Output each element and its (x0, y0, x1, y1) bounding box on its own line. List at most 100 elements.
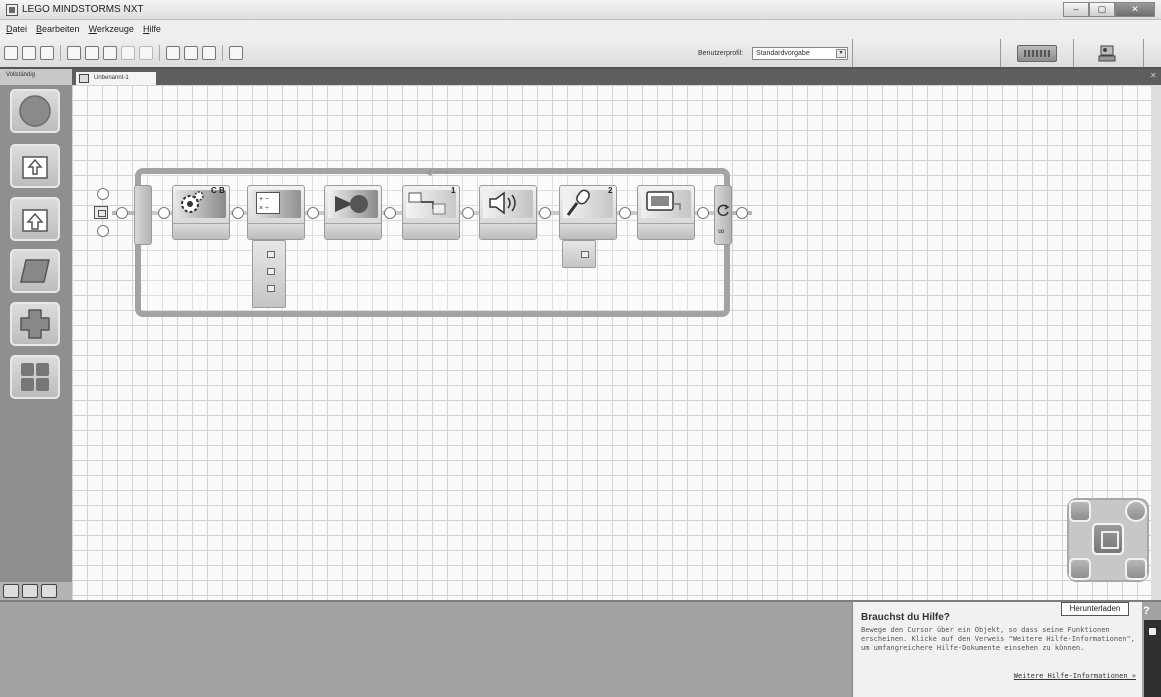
sequence-port[interactable] (116, 207, 128, 219)
redo-icon[interactable] (139, 46, 153, 60)
common-blocks-button[interactable] (10, 89, 60, 133)
sequence-port[interactable] (384, 207, 396, 219)
stop-button[interactable] (1125, 558, 1147, 580)
sequence-port[interactable] (158, 207, 170, 219)
nxt-window-ctl-button[interactable] (1069, 500, 1091, 522)
data-hub-panel[interactable] (252, 240, 286, 308)
block-config-strip (638, 223, 694, 239)
pointer-tool-icon[interactable] (166, 46, 180, 60)
flow-blocks-button[interactable] (10, 249, 60, 293)
toolbar-divider (1000, 39, 1001, 67)
compare-block[interactable]: 1 (402, 185, 460, 240)
data-hub-panel[interactable] (562, 240, 596, 268)
paste-icon[interactable] (103, 46, 117, 60)
download-button[interactable] (1069, 558, 1091, 580)
sequence-port[interactable] (97, 188, 109, 200)
copy-icon[interactable] (85, 46, 99, 60)
menu-bar: Datei Bearbeiten Werkzeuge Hilfe (0, 20, 1161, 37)
program-canvas[interactable]: ◄━━ C B + − × ÷ 1 2 ∞ (72, 85, 1161, 600)
nxt-window-button[interactable] (1017, 45, 1057, 62)
comment-tool-icon[interactable] (202, 46, 216, 60)
close-tab-icon[interactable]: ✕ (1150, 71, 1159, 80)
block-config-strip (325, 223, 381, 239)
help-question-icon[interactable]: ? (1143, 605, 1150, 617)
microphone-icon (566, 189, 590, 216)
move-block[interactable]: C B (172, 185, 230, 240)
advanced-blocks-button[interactable] (10, 355, 60, 399)
open-folder-icon[interactable] (22, 46, 36, 60)
block-config-strip (403, 223, 459, 239)
circle-icon (19, 95, 51, 127)
block-config-strip (248, 223, 304, 239)
palette-switcher (0, 582, 72, 600)
loop-direction-arrow-icon: ◄━━ (422, 165, 449, 179)
palette-tab[interactable]: Vollständig (0, 69, 72, 85)
sound-block[interactable] (479, 185, 537, 240)
block-config-strip (480, 223, 536, 239)
maximize-button[interactable]: ▢ (1089, 2, 1115, 17)
loop-end-cap[interactable]: ∞ (714, 185, 732, 245)
sequence-port[interactable] (539, 207, 551, 219)
cross-icon (20, 309, 50, 339)
toolbar-divider (1073, 39, 1074, 67)
math-block[interactable]: + − × ÷ (247, 185, 305, 240)
custom-palette-tab[interactable] (41, 584, 57, 598)
start-point-icon (94, 206, 108, 219)
profile-select[interactable]: Standardvorgabe ▾ (752, 47, 848, 60)
block-number: 1 (451, 186, 456, 195)
window-controls: – ▢ ✕ (1063, 2, 1155, 17)
sensor-blocks-button[interactable] (10, 197, 60, 241)
app-logo-icon (6, 4, 18, 16)
infinity-icon: ∞ (718, 226, 725, 236)
app-window: LEGO MINDSTORMS NXT – ▢ ✕ Datei Bearbeit… (0, 0, 1161, 697)
new-file-icon[interactable] (4, 46, 18, 60)
sequence-port[interactable] (97, 225, 109, 237)
programming-palette: Vollständig (0, 69, 72, 600)
cut-icon[interactable] (67, 46, 81, 60)
bottom-panel: Herunterladen Brauchst du Hilfe? Bewege … (0, 600, 1161, 697)
sequence-port[interactable] (462, 207, 474, 219)
download-run-button[interactable] (1092, 523, 1124, 555)
menu-datei[interactable]: Datei (6, 24, 27, 34)
minimize-button[interactable]: – (1063, 2, 1089, 17)
custom-palette-icon[interactable] (229, 46, 243, 60)
sequence-port[interactable] (232, 207, 244, 219)
more-help-link[interactable]: Weitere Hilfe-Informationen » (1014, 672, 1136, 680)
action-blocks-button[interactable] (10, 144, 60, 188)
sequence-port[interactable] (619, 207, 631, 219)
send-message-block[interactable] (324, 185, 382, 240)
robot-icon[interactable] (1097, 44, 1119, 63)
save-icon[interactable] (40, 46, 54, 60)
menu-bearbeiten[interactable]: Bearbeiten (36, 24, 80, 34)
title-bar: LEGO MINDSTORMS NXT – ▢ ✕ (0, 0, 1161, 20)
program-file-icon (79, 74, 89, 83)
help-text: Bewege den Cursor über ein Objekt, so da… (861, 626, 1135, 652)
sequence-port[interactable] (307, 207, 319, 219)
toolbar: Benutzerprofil: Standardvorgabe ▾ (0, 37, 1161, 69)
undo-icon[interactable] (121, 46, 135, 60)
tab-unbenannt-1[interactable]: Unbenannt-1 (76, 72, 156, 85)
nxt-controller (1067, 498, 1149, 582)
help-title: Brauchst du Hilfe? (861, 612, 950, 623)
motor-ports-label: C B (211, 186, 225, 195)
sequence-port[interactable] (736, 207, 748, 219)
complete-palette-tab[interactable] (22, 584, 38, 598)
display-block[interactable] (637, 185, 695, 240)
common-palette-tab[interactable] (3, 584, 19, 598)
record-play-block[interactable]: 2 (559, 185, 617, 240)
pan-tool-icon[interactable] (184, 46, 198, 60)
loop-start-cap[interactable] (134, 185, 152, 245)
menu-hilfe[interactable]: Hilfe (143, 24, 161, 34)
download-run-selected-button[interactable] (1125, 500, 1147, 522)
profile-label: Benutzerprofil: (698, 50, 744, 57)
block-config-strip (560, 223, 616, 239)
send-arrow-icon (335, 195, 368, 213)
input-arrow-icon (22, 209, 48, 232)
chevron-down-icon: ▾ (836, 49, 846, 58)
herunterladen-button[interactable]: Herunterladen (1061, 602, 1129, 616)
close-button[interactable]: ✕ (1115, 2, 1155, 17)
sequence-port[interactable] (697, 207, 709, 219)
data-blocks-button[interactable] (10, 302, 60, 346)
menu-werkzeuge[interactable]: Werkzeuge (89, 24, 134, 34)
help-scrollbar[interactable] (1144, 620, 1161, 697)
